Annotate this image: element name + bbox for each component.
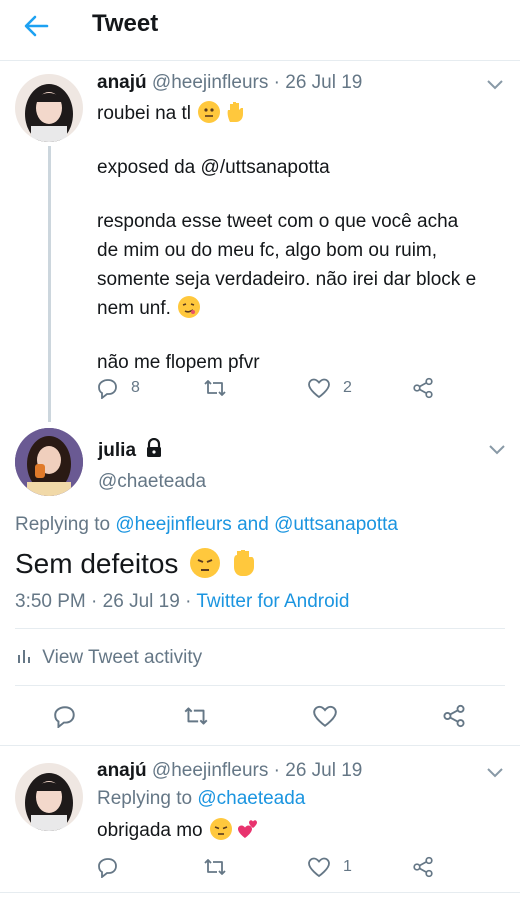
share-icon — [412, 377, 434, 399]
replying-to: Replying to @heejinfleurs and @uttsanapo… — [15, 514, 398, 536]
pensive-face-icon — [209, 818, 232, 840]
replying-to: Replying to @chaeteada — [97, 788, 305, 810]
chevron-down-icon[interactable] — [488, 443, 506, 455]
tweet-line: de mim ou do meu fc, algo bom ou ruim, — [97, 240, 438, 261]
share-button[interactable] — [412, 855, 434, 879]
heart-icon — [307, 377, 331, 399]
like-count: 1 — [343, 858, 352, 875]
share-button[interactable] — [412, 376, 434, 400]
main-tweet-text: Sem defeitos — [15, 546, 258, 580]
like-button[interactable] — [312, 704, 338, 728]
author-row: julia — [98, 437, 163, 462]
tweet-date[interactable]: 26 Jul 19 — [285, 72, 362, 93]
tweet-line: nem unf. — [97, 298, 171, 319]
replying-prefix: Replying to — [97, 788, 193, 809]
thread-line — [48, 146, 51, 422]
tweet-date: 26 Jul 19 — [102, 591, 180, 612]
tweet-line: não me flopem pfvr — [97, 352, 260, 373]
separator: · — [91, 591, 98, 612]
tweet-header: anajú @heejinfleurs · 26 Jul 19 — [97, 760, 362, 782]
tweet-line: exposed da @/uttsanapotta — [97, 157, 330, 178]
tweet-body: Sem defeitos — [15, 548, 179, 579]
divider — [15, 685, 505, 686]
separator: · — [273, 72, 280, 93]
separator: · — [273, 760, 280, 781]
reply-count: 8 — [131, 379, 140, 396]
retweet-icon — [202, 377, 228, 399]
reply-icon — [53, 704, 77, 728]
pensive-face-icon — [190, 548, 221, 578]
chevron-down-icon[interactable] — [486, 78, 504, 90]
author-handle[interactable]: @chaeteada — [98, 471, 206, 493]
avatar[interactable] — [15, 763, 83, 831]
tweet-line: roubei na tl — [97, 103, 192, 124]
like-button[interactable]: 2 — [307, 376, 352, 400]
author-name[interactable]: anajú — [97, 760, 147, 781]
tweet-text: roubei na tl exposed da @/uttsanapotta r… — [97, 99, 476, 377]
separator: · — [185, 591, 192, 612]
raised-fist-icon — [228, 546, 258, 578]
tweet-date[interactable]: 26 Jul 19 — [285, 760, 362, 781]
heart-icon — [307, 856, 331, 878]
bar-chart-icon — [17, 647, 33, 665]
retweet-icon — [202, 856, 228, 878]
woozy-face-icon — [178, 296, 201, 318]
tweet-time: 3:50 PM — [15, 591, 86, 612]
back-arrow-icon[interactable] — [22, 12, 50, 40]
avatar[interactable] — [15, 428, 83, 496]
divider — [0, 745, 520, 746]
tweet-line: responda esse tweet com o que você acha — [97, 211, 459, 232]
divider — [0, 892, 520, 893]
mention-link[interactable]: @heejinfleurs — [115, 514, 231, 535]
author-name[interactable]: anajú — [97, 72, 147, 93]
mention-link[interactable]: @uttsanapotta — [274, 514, 398, 535]
page-title: Tweet — [92, 10, 159, 37]
tweet-body: obrigada mo — [97, 820, 203, 841]
view-tweet-activity[interactable]: View Tweet activity — [17, 647, 202, 669]
reply-button[interactable] — [53, 704, 77, 728]
share-icon — [412, 856, 434, 878]
activity-label[interactable]: View Tweet activity — [42, 647, 202, 668]
mention-link[interactable]: @chaeteada — [197, 788, 305, 809]
avatar[interactable] — [15, 74, 83, 142]
reply-button[interactable]: 8 — [97, 376, 140, 400]
raised-hand-icon — [226, 100, 246, 124]
divider — [0, 60, 520, 61]
thinking-face-icon — [198, 101, 221, 123]
reply-icon — [97, 377, 119, 399]
tweet-header: anajú @heejinfleurs · 26 Jul 19 — [97, 72, 362, 94]
chevron-down-icon[interactable] — [486, 766, 504, 778]
like-button[interactable]: 1 — [307, 855, 352, 879]
retweet-button[interactable] — [202, 855, 228, 879]
retweet-button[interactable] — [182, 704, 210, 728]
author-handle[interactable]: @heejinfleurs — [152, 72, 268, 93]
divider — [15, 628, 505, 629]
share-icon — [442, 704, 466, 728]
reply-button[interactable] — [97, 855, 119, 879]
two-hearts-icon — [237, 818, 259, 840]
tweet-text: obrigada mo — [97, 818, 259, 842]
replying-prefix: Replying to — [15, 514, 111, 535]
like-count: 2 — [343, 379, 352, 396]
replying-and[interactable]: and — [237, 514, 269, 535]
heart-icon — [312, 704, 338, 728]
tweet-meta: 3:50 PM · 26 Jul 19 · Twitter for Androi… — [15, 591, 349, 613]
lock-icon — [145, 437, 163, 458]
retweet-button[interactable] — [202, 376, 228, 400]
reply-icon — [97, 856, 119, 878]
source-link[interactable]: Twitter for Android — [196, 591, 349, 612]
top-bar: Tweet — [0, 0, 520, 52]
author-name[interactable]: julia — [98, 440, 136, 461]
share-button[interactable] — [442, 704, 466, 728]
retweet-icon — [182, 704, 210, 728]
tweet-line: somente seja verdadeiro. não irei dar bl… — [97, 269, 477, 290]
author-handle[interactable]: @heejinfleurs — [152, 760, 268, 781]
